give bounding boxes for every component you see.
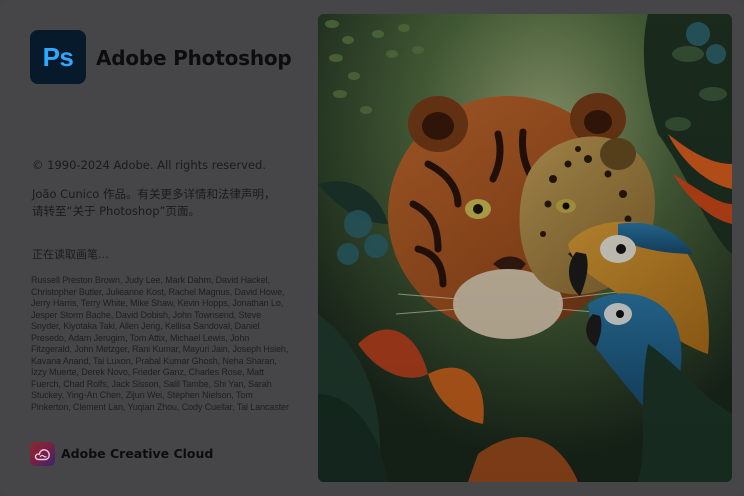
app-title: Adobe Photoshop [96,46,292,70]
photoshop-logo-text: Ps [42,41,74,72]
splash-screen: Ps Adobe Photoshop © 1990-2024 Adobe. Al… [0,0,744,496]
copyright-text: © 1990-2024 Adobe. All rights reserved. [32,158,266,172]
creative-cloud-icon [30,442,55,466]
photoshop-icon: Ps [30,30,86,84]
loading-status: 正在读取画笔... [32,248,109,261]
artist-credit-text: João Cunico 作品。有关更多详情和法律声明，请转至“关于 Photos… [32,187,276,218]
splash-artwork [318,14,732,482]
creative-cloud-label: Adobe Creative Cloud [61,446,214,461]
team-credits: Russell Preston Brown, Judy Lee, Mark Da… [31,275,289,412]
